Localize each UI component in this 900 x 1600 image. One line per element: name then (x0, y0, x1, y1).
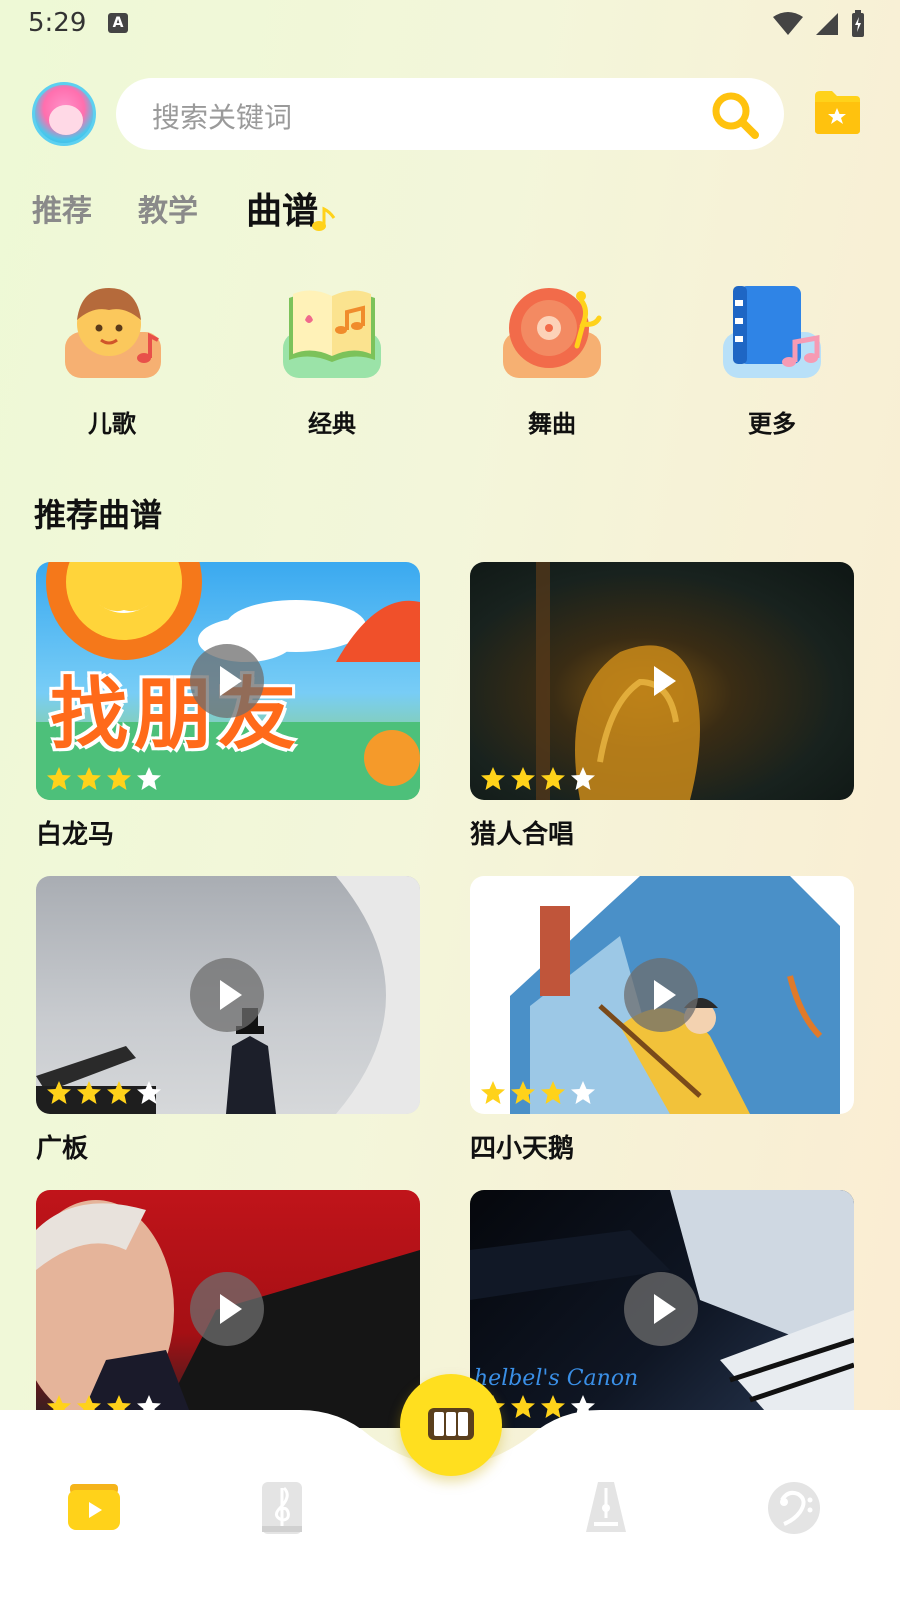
star-filled-icon (47, 767, 71, 790)
song-thumbnail[interactable] (36, 876, 420, 1114)
thumbnail-text: helbel's Canon (474, 1366, 639, 1391)
status-bar: 5:29 A (0, 0, 900, 48)
category-label: 经典 (308, 410, 356, 438)
search-placeholder: 搜索关键词 (152, 101, 293, 134)
category-kids-songs[interactable]: 儿歌 (42, 280, 182, 439)
child-song-icon (65, 288, 161, 378)
tab-recommend[interactable]: 推荐 (32, 186, 92, 230)
favorites-folder-icon[interactable] (812, 88, 862, 136)
thumbnail-text: 找朋友 (50, 670, 303, 760)
more-book-icon (723, 286, 821, 378)
star-filled-icon (481, 767, 505, 790)
dance-record-icon (503, 288, 602, 378)
play-button[interactable] (624, 644, 698, 718)
metronome-icon[interactable] (576, 1478, 636, 1538)
user-avatar[interactable] (32, 82, 96, 146)
category-row: 儿歌 经典 舞曲 更多 (0, 280, 900, 440)
star-filled-icon (107, 767, 131, 790)
song-card[interactable]: 四小天鹅 (470, 876, 854, 1165)
category-more[interactable]: 更多 (702, 280, 842, 439)
star-filled-icon (47, 1081, 71, 1104)
star-filled-icon (541, 767, 565, 790)
notification-icon: A (108, 13, 128, 33)
category-classic[interactable]: 经典 (262, 280, 402, 439)
star-filled-icon (77, 1081, 101, 1104)
song-thumbnail[interactable]: 找朋友 (36, 562, 420, 800)
song-thumbnail[interactable] (470, 876, 854, 1114)
category-label: 舞曲 (528, 410, 576, 438)
video-icon[interactable] (64, 1478, 124, 1538)
star-empty-icon (571, 767, 595, 790)
section-title: 推荐曲谱 (34, 496, 163, 534)
search-bar[interactable]: 搜索关键词 (116, 78, 784, 150)
star-empty-icon (137, 1081, 161, 1104)
piano-center-button[interactable] (400, 1374, 502, 1476)
play-button[interactable] (190, 1272, 264, 1346)
play-button[interactable] (190, 644, 264, 718)
avatar-face (49, 105, 83, 135)
treble-clef-icon[interactable] (252, 1478, 312, 1538)
song-thumbnail[interactable]: helbel's Canon (470, 1190, 854, 1428)
piano-keys-icon (428, 1408, 474, 1440)
star-filled-icon (107, 1081, 131, 1104)
music-note-icon (312, 206, 336, 231)
star-rating (480, 1080, 596, 1106)
song-title: 四小天鹅 (470, 1134, 575, 1164)
star-rating (480, 766, 596, 792)
song-thumbnail[interactable] (470, 562, 854, 800)
tab-teaching[interactable]: 教学 (138, 186, 198, 230)
category-label: 儿歌 (88, 410, 136, 438)
tab-sheet-music[interactable]: 曲谱 (246, 182, 336, 234)
signal-icon (816, 13, 838, 35)
star-empty-icon (137, 767, 161, 790)
search-icon[interactable] (710, 90, 760, 140)
bass-clef-icon[interactable] (764, 1478, 824, 1538)
star-filled-icon (511, 1081, 535, 1104)
song-card[interactable]: 找朋友 白龙马 (36, 562, 420, 851)
classic-book-icon (283, 290, 381, 378)
song-title: 猎人合唱 (470, 820, 575, 850)
star-filled-icon (541, 1081, 565, 1104)
star-filled-icon (481, 1081, 505, 1104)
category-label: 更多 (748, 410, 796, 438)
category-dance[interactable]: 舞曲 (482, 280, 622, 439)
play-button[interactable] (624, 1272, 698, 1346)
star-filled-icon (77, 767, 101, 790)
song-title: 白龙马 (36, 820, 115, 850)
song-card[interactable]: 猎人合唱 (470, 562, 854, 851)
play-button[interactable] (624, 958, 698, 1032)
status-time: 5:29 (28, 8, 87, 38)
song-thumbnail[interactable] (36, 1190, 420, 1428)
song-card[interactable]: 广板 (36, 876, 420, 1165)
star-empty-icon (571, 1081, 595, 1104)
song-title: 广板 (36, 1134, 89, 1164)
play-button[interactable] (190, 958, 264, 1032)
song-card[interactable] (36, 1190, 420, 1428)
star-rating (46, 1080, 162, 1106)
star-rating (46, 766, 162, 792)
wifi-icon (773, 12, 803, 35)
song-card[interactable]: helbel's Canon (470, 1190, 854, 1428)
tab-sheet-music-label: 曲谱 (246, 191, 319, 232)
star-filled-icon (511, 767, 535, 790)
battery-icon (852, 10, 864, 37)
